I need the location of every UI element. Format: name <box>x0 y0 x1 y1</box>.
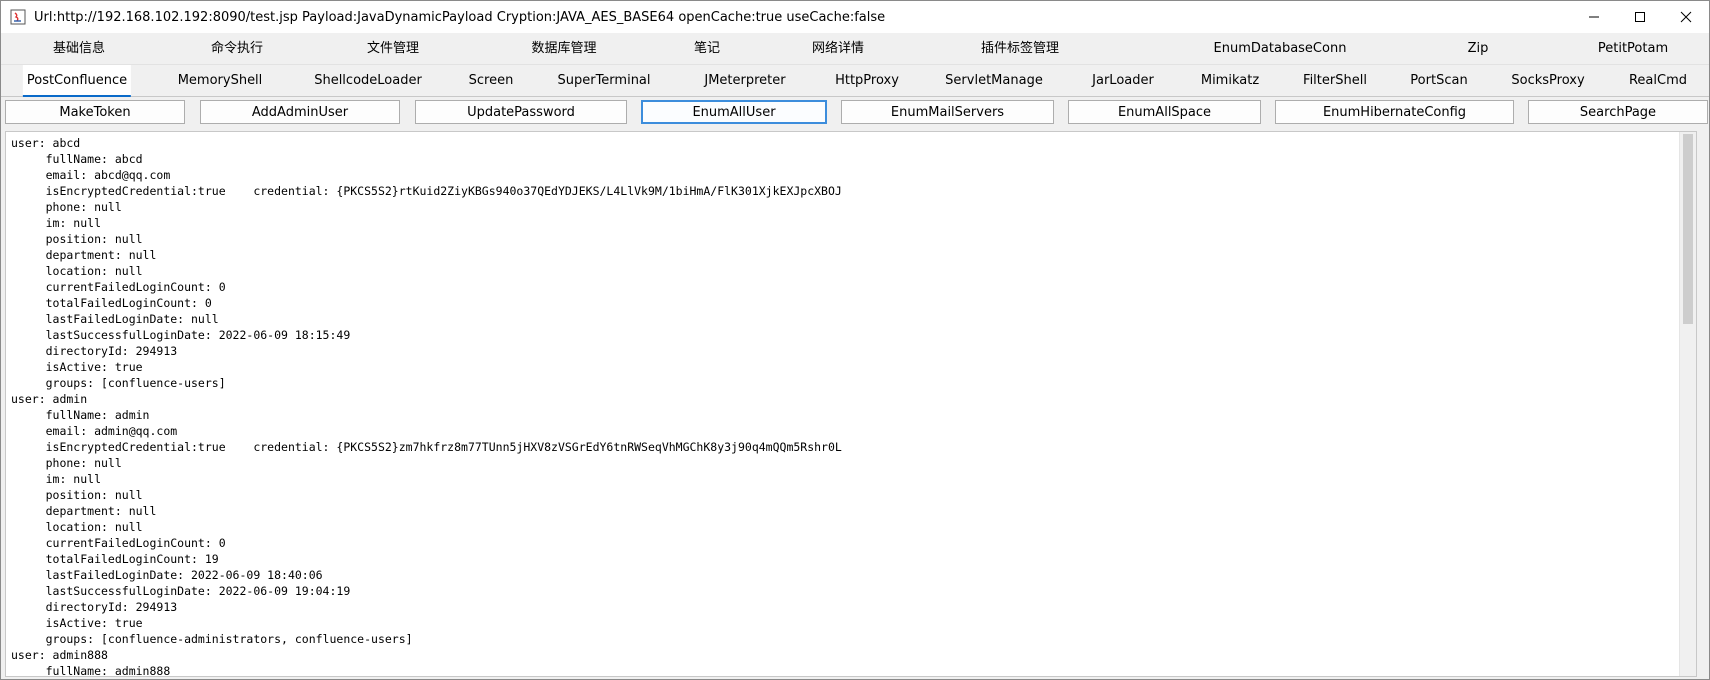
vertical-scrollbar[interactable] <box>1679 132 1696 676</box>
output-line: email: admin@qq.com <box>11 424 178 438</box>
output-line: isActive: true <box>11 360 143 374</box>
search-page-button[interactable]: SearchPage <box>1528 100 1708 124</box>
tab-enum-database-conn[interactable]: EnumDatabaseConn <box>1210 33 1351 64</box>
output-line: user: admin888 <box>11 648 108 662</box>
tab-database-manager[interactable]: 数据库管理 <box>527 33 600 64</box>
output-line: directoryId: 294913 <box>11 344 178 358</box>
enum-hibernate-config-button[interactable]: EnumHibernateConfig <box>1275 100 1514 124</box>
tab-super-terminal[interactable]: SuperTerminal <box>553 65 654 96</box>
output-line: fullName: admin888 <box>11 664 171 677</box>
output-text: user: abcd fullName: abcd email: abcd@qq… <box>11 135 1676 677</box>
tab-socks-proxy[interactable]: SocksProxy <box>1507 65 1588 96</box>
output-line: position: null <box>11 488 143 502</box>
enum-all-space-button[interactable]: EnumAllSpace <box>1068 100 1261 124</box>
output-line: isActive: true <box>11 616 143 630</box>
update-password-button[interactable]: UpdatePassword <box>415 100 627 124</box>
tab-network-details[interactable]: 网络详情 <box>808 33 868 64</box>
output-line: groups: [confluence-administrators, conf… <box>11 632 413 646</box>
output-line: user: admin <box>11 392 88 406</box>
output-line: phone: null <box>11 200 122 214</box>
tab-servlet-manage[interactable]: ServletManage <box>941 65 1047 96</box>
tab-memory-shell[interactable]: MemoryShell <box>174 65 267 96</box>
minimize-icon <box>1589 16 1599 18</box>
output-line: currentFailedLoginCount: 0 <box>11 536 226 550</box>
enum-mail-servers-button[interactable]: EnumMailServers <box>841 100 1054 124</box>
tab-port-scan[interactable]: PortScan <box>1406 65 1471 96</box>
confluence-toolbar: MakeToken AddAdminUser UpdatePassword En… <box>1 97 1709 129</box>
tab-jmeterpreter[interactable]: JMeterpreter <box>700 65 789 96</box>
tab-post-confluence[interactable]: PostConfluence <box>22 65 132 97</box>
output-line: lastSuccessfulLoginDate: 2022-06-09 19:0… <box>11 584 351 598</box>
output-line: location: null <box>11 264 143 278</box>
close-icon <box>1680 11 1692 23</box>
tab-row-2: PostConfluence MemoryShell ShellcodeLoad… <box>1 65 1709 97</box>
tab-filter-shell[interactable]: FilterShell <box>1299 65 1371 96</box>
output-line: lastSuccessfulLoginDate: 2022-06-09 18:1… <box>11 328 351 342</box>
window-controls <box>1571 1 1709 33</box>
tab-http-proxy[interactable]: HttpProxy <box>831 65 903 96</box>
output-line: currentFailedLoginCount: 0 <box>11 280 226 294</box>
output-line: directoryId: 294913 <box>11 600 178 614</box>
output-line: im: null <box>11 216 102 230</box>
output-line: fullName: admin <box>11 408 150 422</box>
tab-jar-loader[interactable]: JarLoader <box>1088 65 1158 96</box>
output-line: lastFailedLoginDate: null <box>11 312 219 326</box>
output-line: fullName: abcd <box>11 152 143 166</box>
tab-petit-potam[interactable]: PetitPotam <box>1594 33 1672 64</box>
output-line: groups: [confluence-users] <box>11 376 226 390</box>
app-window: Url:http://192.168.102.192:8090/test.jsp… <box>0 0 1710 680</box>
output-line: isEncryptedCredential:true credential: {… <box>11 184 842 198</box>
output-line: totalFailedLoginCount: 19 <box>11 552 219 566</box>
tab-command-exec[interactable]: 命令执行 <box>207 33 267 64</box>
tab-notes[interactable]: 笔记 <box>690 33 724 64</box>
output-line: isEncryptedCredential:true credential: {… <box>11 440 842 454</box>
output-line: department: null <box>11 504 157 518</box>
output-line: totalFailedLoginCount: 0 <box>11 296 212 310</box>
make-token-button[interactable]: MakeToken <box>5 100 185 124</box>
maximize-icon <box>1635 12 1645 22</box>
output-text-area[interactable]: user: abcd fullName: abcd email: abcd@qq… <box>5 131 1697 677</box>
close-button[interactable] <box>1663 1 1709 33</box>
output-line: im: null <box>11 472 102 486</box>
output-line: position: null <box>11 232 143 246</box>
output-line: email: abcd@qq.com <box>11 168 171 182</box>
tab-zip[interactable]: Zip <box>1464 33 1493 64</box>
tab-row-1: 基础信息 命令执行 文件管理 数据库管理 笔记 网络详情 插件标签管理 Enum… <box>1 33 1709 65</box>
maximize-button[interactable] <box>1617 1 1663 33</box>
tab-mimikatz[interactable]: Mimikatz <box>1197 65 1263 96</box>
tab-file-manager[interactable]: 文件管理 <box>363 33 423 64</box>
window-title: Url:http://192.168.102.192:8090/test.jsp… <box>34 9 886 25</box>
output-line: location: null <box>11 520 143 534</box>
tab-screen[interactable]: Screen <box>465 65 518 96</box>
scrollbar-thumb[interactable] <box>1683 134 1693 324</box>
add-admin-user-button[interactable]: AddAdminUser <box>200 100 400 124</box>
output-line: phone: null <box>11 456 122 470</box>
tab-real-cmd[interactable]: RealCmd <box>1625 65 1691 96</box>
output-line: lastFailedLoginDate: 2022-06-09 18:40:06 <box>11 568 323 582</box>
tab-basic-info[interactable]: 基础信息 <box>49 33 109 64</box>
minimize-button[interactable] <box>1571 1 1617 33</box>
tab-shellcode-loader[interactable]: ShellcodeLoader <box>310 65 426 96</box>
output-line: department: null <box>11 248 157 262</box>
output-line: user: abcd <box>11 136 81 150</box>
title-bar[interactable]: Url:http://192.168.102.192:8090/test.jsp… <box>1 1 1709 33</box>
tab-plugin-label-manager[interactable]: 插件标签管理 <box>977 33 1063 64</box>
java-app-icon <box>10 9 26 25</box>
enum-all-user-button[interactable]: EnumAllUser <box>641 100 827 124</box>
